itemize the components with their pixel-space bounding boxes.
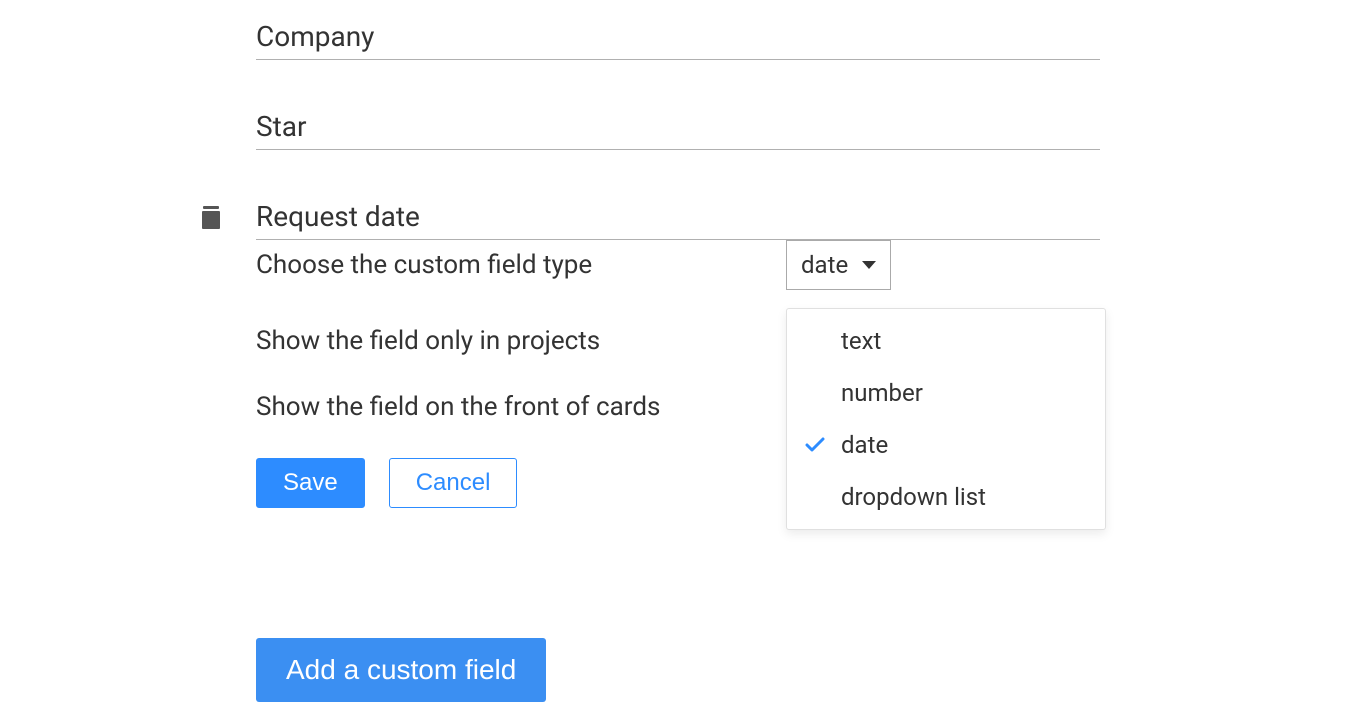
add-field-section: Add a custom field bbox=[256, 638, 1100, 702]
select-value: date bbox=[801, 251, 848, 279]
caret-down-icon bbox=[862, 261, 876, 269]
dropdown-option-label: date bbox=[841, 431, 888, 459]
save-button[interactable]: Save bbox=[256, 458, 365, 508]
dropdown-option-label: dropdown list bbox=[841, 483, 986, 511]
config-label: Show the field on the front of cards bbox=[256, 392, 786, 422]
dropdown-option-label: number bbox=[841, 379, 923, 407]
field-title[interactable]: Star bbox=[256, 110, 1100, 150]
field-type-dropdown[interactable]: text number date dropdown list bbox=[786, 308, 1106, 530]
dropdown-option-dropdown-list[interactable]: dropdown list bbox=[787, 471, 1105, 523]
config-row-type: Choose the custom field type date bbox=[256, 240, 1100, 290]
config-label: Choose the custom field type bbox=[256, 250, 786, 280]
field-title[interactable]: Request date bbox=[256, 200, 1100, 240]
field-type-select[interactable]: date bbox=[786, 240, 891, 290]
trash-col bbox=[200, 206, 256, 234]
dropdown-option-text[interactable]: text bbox=[787, 315, 1105, 367]
dropdown-option-date[interactable]: date bbox=[787, 419, 1105, 471]
check-icon bbox=[805, 431, 825, 459]
field-title[interactable]: Company bbox=[256, 20, 1100, 60]
custom-field-row[interactable]: Company bbox=[200, 20, 1100, 60]
add-custom-field-button[interactable]: Add a custom field bbox=[256, 638, 546, 702]
config-label: Show the field only in projects bbox=[256, 326, 786, 356]
custom-field-row[interactable]: Request date bbox=[200, 200, 1100, 240]
custom-field-row[interactable]: Star bbox=[200, 110, 1100, 150]
trash-icon[interactable] bbox=[200, 206, 222, 234]
dropdown-option-label: text bbox=[841, 327, 881, 355]
dropdown-option-number[interactable]: number bbox=[787, 367, 1105, 419]
cancel-button[interactable]: Cancel bbox=[389, 458, 518, 508]
